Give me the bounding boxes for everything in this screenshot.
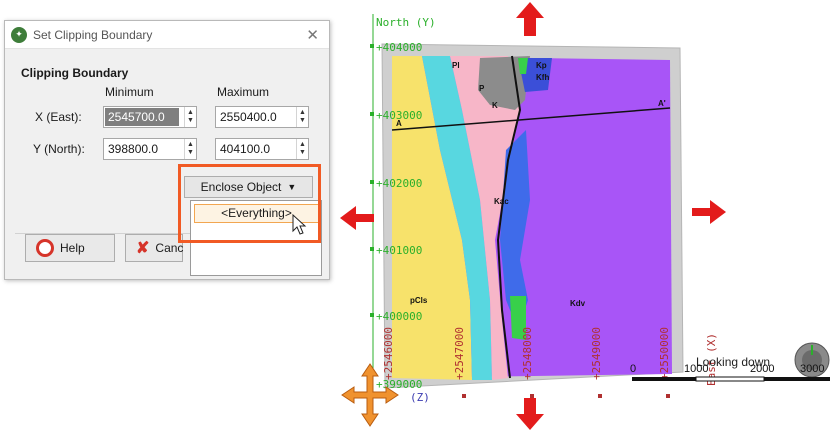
maximum-header: Maximum [217,85,270,99]
north-tick-label: +401000 [376,244,422,257]
y-max-spin-arrows[interactable]: ▲ ▼ [296,139,308,159]
y-max-value: 404100.0 [220,142,271,156]
y-min-spin-arrows[interactable]: ▲ ▼ [184,139,196,159]
z-axis-label: (Z) [410,391,430,404]
east-tick-label: +2549000 [590,327,603,380]
map-viewport[interactable]: Pl Kp Kfh P K Kac pCls Kdv A A' North (Y… [330,0,830,433]
mouse-pointer-icon [292,214,307,235]
y-min-field[interactable]: 398800.0 ▲ ▼ [103,138,197,160]
scale-label: 2000 [750,363,774,375]
handle-down-arrow-icon [516,398,544,430]
east-tick-label: +2548000 [521,327,534,380]
unit-label-pcls: pCls [410,296,428,305]
help-button-label: Help [60,241,85,255]
cancel-x-icon: ✘ [136,240,150,257]
section-title: Clipping Boundary [21,66,129,80]
x-east-label: X (East): [35,110,82,124]
scale-label: 3000 [800,363,824,375]
north-tick-label: +404000 [376,41,422,54]
handle-right-arrow-icon [692,200,726,224]
x-max-value: 2550400.0 [220,110,277,124]
app-logo-icon: ✦ [11,26,27,43]
north-tick-label: +402000 [376,177,422,190]
x-min-field[interactable]: 2545700.0 ▲ ▼ [103,106,197,128]
unit-label-pl: Pl [452,61,460,70]
x-min-spin-arrows[interactable]: ▲ ▼ [184,107,196,127]
dialog-title: Set Clipping Boundary [33,27,153,42]
north-tick-label: +400000 [376,310,422,323]
unit-label-kp: Kp [536,61,547,70]
unit-label-p: P [479,84,485,93]
minimum-header: Minimum [105,85,154,99]
east-tick-label: +2550000 [658,327,671,380]
east-tick-label: +2546000 [382,327,395,380]
scale-label: 0 [630,363,636,375]
help-button[interactable]: Help [25,234,115,262]
lifebuoy-icon [36,239,54,257]
y-max-field[interactable]: 404100.0 ▲ ▼ [215,138,309,160]
handle-left-arrow-icon [340,206,374,230]
unit-label-kac: Kac [494,197,509,206]
x-max-field[interactable]: 2550400.0 ▲ ▼ [215,106,309,128]
unit-label-kdv: Kdv [570,299,586,308]
north-tick-label: +403000 [376,109,422,122]
section-end-a-prime: A' [658,99,666,108]
y-min-value: 398800.0 [108,142,159,156]
unit-label-kfh: Kfh [536,73,549,82]
handle-up-arrow-icon [516,2,544,36]
close-icon[interactable]: ✕ [306,26,319,44]
dialog-titlebar: ✦ Set Clipping Boundary ✕ [5,21,329,49]
cancel-button-label: Canc [155,241,184,255]
scale-label: 1000 [684,363,708,375]
north-axis-label: North (Y) [376,16,436,29]
unit-label-k: K [492,101,498,110]
east-tick-label: +2547000 [453,327,466,380]
cancel-button[interactable]: ✘ Canc [125,234,183,262]
y-north-label: Y (North): [33,142,85,156]
x-max-spin-arrows[interactable]: ▲ ▼ [296,107,308,127]
x-min-value: 2545700.0 [105,108,179,126]
